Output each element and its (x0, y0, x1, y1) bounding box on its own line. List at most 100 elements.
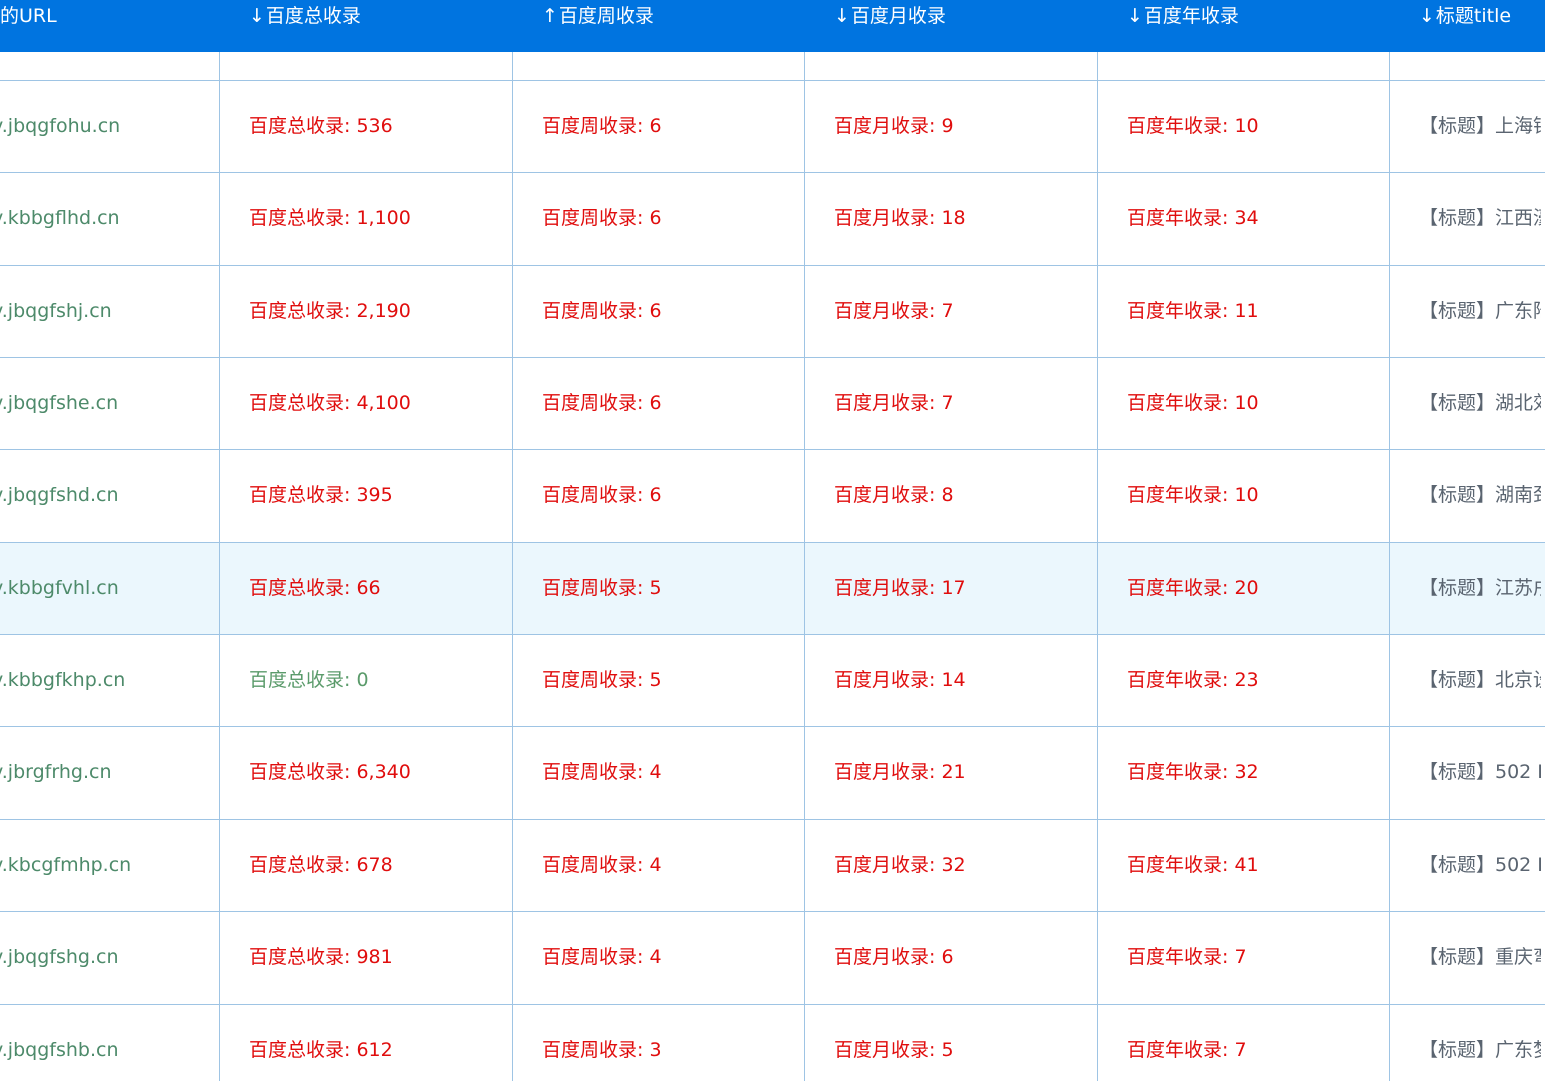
cell-year: 百度年收录: 32 (1127, 761, 1259, 783)
cell-year: 百度年收录: 7 (1127, 1039, 1247, 1061)
cell-total: 百度总收录: 395 (249, 484, 393, 506)
cell-month: 百度月收录: 21 (834, 761, 966, 783)
table-row[interactable]: v.jbqgfshj.cn 百度总收录: 2,190 百度周收录: 6 百度月收录: … (0, 266, 1545, 358)
cell-month: 百度月收录: 18 (834, 207, 966, 229)
table-row[interactable]: v.jbqgfshd.cn 百度总收录: 395 百度周收录: 6 百度月收录: 8 百… (0, 450, 1545, 542)
cell-total: 百度总收录: 4,100 (249, 392, 411, 414)
table-row[interactable]: v.kbcgfmhp.cn 百度总收录: 678 百度周收录: 4 百度月收录: 32… (0, 820, 1545, 912)
column-header-title[interactable]: ↓标题title (1419, 0, 1545, 52)
cell-week: 百度周收录: 4 (542, 854, 662, 876)
column-divider (512, 52, 513, 1081)
table-row[interactable]: v.kbbgflhd.cn 百度总收录: 1,100 百度周收录: 6 百度月收录: … (0, 173, 1545, 265)
cell-total: 百度总收录: 0 (249, 669, 369, 691)
cell-title: 【标题】江西濠 (1419, 207, 1541, 229)
column-header-label: 百度年收录 (1143, 5, 1239, 27)
cell-url[interactable]: v.jbqgfshd.cn (0, 450, 216, 542)
cell-year: 百度年收录: 10 (1127, 392, 1259, 414)
cell-total: 百度总收录: 981 (249, 946, 393, 968)
cell-total: 百度总收录: 678 (249, 854, 393, 876)
cell-url[interactable]: v.jbqgfshj.cn (0, 266, 216, 358)
column-divider (804, 52, 805, 1081)
cell-total: 百度总收录: 66 (249, 577, 381, 599)
cell-year: 百度年收录: 20 (1127, 577, 1259, 599)
cell-url[interactable]: v.kbbgfkhp.cn (0, 635, 216, 727)
row-divider (0, 542, 1545, 543)
cell-total: 百度总收录: 2,190 (249, 300, 411, 322)
cell-month: 百度月收录: 9 (834, 115, 954, 137)
cell-url[interactable]: v.jbqgfshe.cn (0, 358, 216, 450)
cell-total: 百度总收录: 6,340 (249, 761, 411, 783)
cell-month: 百度月收录: 5 (834, 1039, 954, 1061)
column-header-label: 百度周收录 (558, 5, 654, 27)
column-header-month[interactable]: ↓百度月收录 (834, 0, 1098, 52)
cell-year: 百度年收录: 41 (1127, 854, 1259, 876)
table-row[interactable]: v.kbbgfkhp.cn 百度总收录: 0 百度周收录: 5 百度月收录: 14 百度… (0, 635, 1545, 727)
row-divider (0, 449, 1545, 450)
cell-total: 百度总收录: 536 (249, 115, 393, 137)
cell-year: 百度年收录: 34 (1127, 207, 1259, 229)
cell-week: 百度周收录: 3 (542, 1039, 662, 1061)
cell-year: 百度年收录: 11 (1127, 300, 1259, 322)
cell-total: 百度总收录: 612 (249, 1039, 393, 1061)
cell-total: 百度总收录: 1,100 (249, 207, 411, 229)
cell-title: 【标题】广东陆 (1419, 300, 1541, 322)
cell-year: 百度年收录: 7 (1127, 946, 1247, 968)
cell-url[interactable]: v.kbcgfmhp.cn (0, 820, 216, 912)
cell-title: 【标题】湖南颈 (1419, 484, 1541, 506)
column-header-label: 标题title (1435, 5, 1512, 27)
cell-week: 百度周收录: 5 (542, 577, 662, 599)
sort-arrow-icon[interactable]: ↑ (542, 5, 558, 27)
sort-arrow-icon[interactable]: ↓ (1419, 5, 1435, 27)
sort-arrow-icon[interactable]: ↓ (834, 5, 850, 27)
cell-year: 百度年收录: 23 (1127, 669, 1259, 691)
cell-month: 百度月收录: 32 (834, 854, 966, 876)
table-row[interactable]: v.jbrgfrhg.cn 百度总收录: 6,340 百度周收录: 4 百度月收录: … (0, 727, 1545, 819)
cell-week: 百度周收录: 6 (542, 484, 662, 506)
column-header-label: 百度总收录 (265, 5, 361, 27)
table-row[interactable]: v.jbqgfshe.cn 百度总收录: 4,100 百度周收录: 6 百度月收录: … (0, 358, 1545, 450)
column-header-url[interactable]: 的URL (0, 0, 220, 52)
table-row[interactable]: v.jbqgfshb.cn 百度总收录: 612 百度周收录: 3 百度月收录: 5 百… (0, 1005, 1545, 1081)
table-row[interactable]: v.jbqgfshg.cn 百度总收录: 981 百度周收录: 4 百度月收录: 6 百… (0, 912, 1545, 1004)
cell-week: 百度周收录: 6 (542, 115, 662, 137)
cell-url[interactable]: v.kbbgflhd.cn (0, 173, 216, 265)
cell-month: 百度月收录: 17 (834, 577, 966, 599)
column-divider (1097, 52, 1098, 1081)
column-header-week[interactable]: ↑百度周收录 (542, 0, 805, 52)
row-divider (0, 265, 1545, 266)
table-header: 的URL ↓百度总收录 ↑百度周收录 ↓百度月收录 ↓百度年收录 ↓标题title (0, 0, 1545, 52)
column-header-year[interactable]: ↓百度年收录 (1127, 0, 1390, 52)
cell-title: 【标题】上海银 (1419, 115, 1541, 137)
column-divider (1389, 52, 1390, 1081)
cell-week: 百度周收录: 5 (542, 669, 662, 691)
cell-title: 【标题】北京设 (1419, 669, 1541, 691)
row-divider (0, 1004, 1545, 1005)
cell-week: 百度周收录: 4 (542, 946, 662, 968)
table-row[interactable]: v.kbbgfvhl.cn 百度总收录: 66 百度周收录: 5 百度月收录: 17 百… (0, 543, 1545, 635)
cell-url[interactable]: v.jbqgfshb.cn (0, 1005, 216, 1081)
cell-title: 【标题】502 B (1419, 761, 1541, 783)
baidu-index-table: 的URL ↓百度总收录 ↑百度周收录 ↓百度月收录 ↓百度年收录 ↓标题title v.j… (0, 0, 1545, 1081)
column-header-total[interactable]: ↓百度总收录 (249, 0, 513, 52)
cell-url[interactable]: v.jbqgfohu.cn (0, 81, 216, 173)
column-header-label: 百度月收录 (850, 5, 946, 27)
cell-url[interactable]: v.jbqgfshg.cn (0, 912, 216, 1004)
column-divider (219, 52, 220, 1081)
cell-title: 【标题】湖北郊 (1419, 392, 1541, 414)
cell-url[interactable]: v.kbbgfvhl.cn (0, 543, 216, 635)
cell-title: 【标题】江苏戌 (1419, 577, 1541, 599)
sort-arrow-icon[interactable]: ↓ (249, 5, 265, 27)
cell-url[interactable]: v.jbrgfrhg.cn (0, 727, 216, 819)
cell-title: 【标题】广东梦 (1419, 1039, 1541, 1061)
cell-year: 百度年收录: 10 (1127, 115, 1259, 137)
row-divider (0, 819, 1545, 820)
cell-week: 百度周收录: 4 (542, 761, 662, 783)
cell-week: 百度周收录: 6 (542, 300, 662, 322)
row-divider (0, 172, 1545, 173)
cell-month: 百度月收录: 14 (834, 669, 966, 691)
cell-title: 【标题】重庆弯 (1419, 946, 1541, 968)
table-row[interactable]: v.jbqgfohu.cn 百度总收录: 536 百度周收录: 6 百度月收录: 9 百… (0, 81, 1545, 173)
cell-month: 百度月收录: 7 (834, 392, 954, 414)
row-divider (0, 80, 1545, 81)
sort-arrow-icon[interactable]: ↓ (1127, 5, 1143, 27)
